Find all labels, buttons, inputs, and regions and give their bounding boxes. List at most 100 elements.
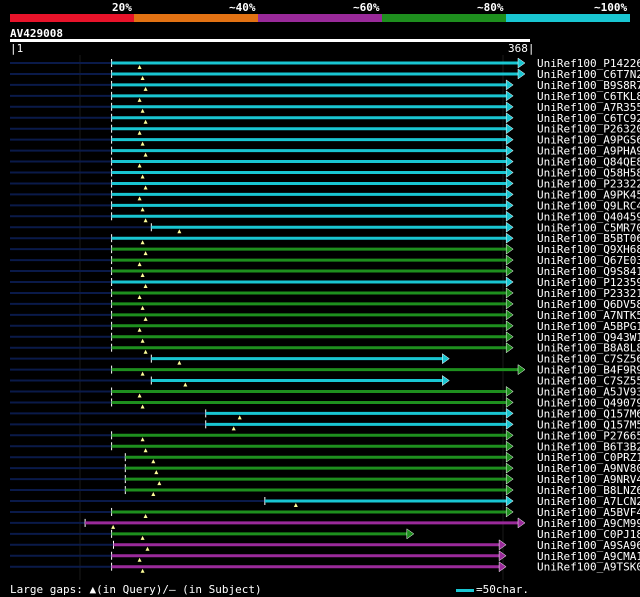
- hit-arrow: [505, 429, 514, 441]
- hit-arrow: [517, 57, 526, 69]
- hit-arrow: [505, 123, 514, 135]
- query-gap-marker: [143, 251, 148, 256]
- query-gap-marker: [151, 492, 156, 497]
- hit-arrow: [517, 68, 526, 80]
- query-gap-marker: [143, 284, 148, 288]
- hit-arrow: [505, 134, 514, 146]
- hit-arrow: [505, 265, 514, 277]
- hit-arrow: [442, 353, 450, 365]
- scale-swatch: [456, 588, 474, 592]
- hit-arrow: [505, 112, 514, 124]
- legend-segment-40: [134, 14, 258, 22]
- query-gap-marker: [143, 448, 148, 453]
- query-gap-marker: [140, 75, 145, 80]
- hit-arrow: [505, 79, 514, 91]
- query-gap-marker: [137, 65, 142, 69]
- query-gap-marker: [151, 459, 156, 464]
- hit-arrow: [505, 451, 514, 463]
- query-gap-marker: [140, 305, 145, 310]
- query-start-tick: |1: [10, 42, 24, 55]
- hit-arrow: [505, 506, 514, 518]
- query-gap-marker: [137, 97, 142, 102]
- legend-segment-20: [10, 14, 134, 22]
- query-bar: [10, 39, 530, 42]
- hit-arrow: [505, 495, 514, 507]
- query-gap-marker: [140, 207, 145, 212]
- legend-label-20: 20%: [112, 1, 132, 14]
- hit-arrow: [505, 386, 514, 397]
- query-gap-marker: [143, 349, 148, 354]
- hit-arrow: [505, 287, 514, 299]
- query-gap-marker: [140, 437, 145, 442]
- hit-arrow: [505, 440, 514, 452]
- query-gap-marker: [177, 229, 182, 234]
- hit-arrow: [505, 342, 514, 354]
- query-gap-marker: [137, 327, 142, 332]
- hit-arrow: [505, 243, 514, 255]
- hit-row[interactable]: UniRef100_A9TSK0: [10, 561, 640, 574]
- hit-arrow: [505, 320, 514, 332]
- query-gap-marker: [293, 503, 298, 507]
- legend-segment-100: [506, 14, 630, 22]
- query-gap-marker: [140, 108, 145, 113]
- query-end-tick: 368|: [508, 42, 535, 55]
- query-gap-marker: [143, 218, 148, 223]
- hit-label[interactable]: UniRef100_A9TSK0: [537, 561, 640, 574]
- legend-segment-60: [258, 14, 382, 22]
- scale-legend: =50char.: [456, 583, 529, 596]
- hit-arrow: [505, 221, 514, 233]
- hit-arrow: [505, 90, 514, 102]
- hit-arrow: [505, 188, 514, 200]
- query-gap-marker: [143, 86, 148, 91]
- scale-label: =50char.: [476, 583, 529, 596]
- hit-arrow: [505, 418, 514, 430]
- query-gap-marker: [143, 513, 148, 518]
- hit-arrow: [505, 210, 514, 222]
- hit-arrow: [517, 364, 526, 376]
- query-gap-marker: [143, 316, 148, 321]
- legend-label-100: ~100%: [594, 1, 628, 14]
- query-gap-marker: [157, 481, 162, 486]
- hit-arrow: [505, 407, 514, 419]
- query-gap-marker: [140, 338, 145, 343]
- query-gap-marker: [111, 524, 116, 529]
- hit-alignment-map: UniRef100_P14226UniRef100_C6T7N2UniRef10…: [10, 55, 640, 580]
- hit-arrow: [505, 276, 514, 288]
- hit-arrow: [505, 396, 514, 408]
- query-gap-marker: [140, 174, 145, 179]
- query-gap-marker: [143, 185, 148, 190]
- hit-arrow: [505, 167, 514, 178]
- hit-arrow: [505, 484, 514, 496]
- hit-arrow: [442, 375, 450, 387]
- hit-arrow: [505, 462, 514, 474]
- query-gap-marker: [143, 119, 148, 124]
- hit-arrow: [505, 145, 514, 157]
- legend-label-80: ~80%: [477, 1, 504, 14]
- hit-arrow: [505, 254, 514, 266]
- query-gap-marker: [140, 371, 145, 376]
- legend-label-40: ~40%: [229, 1, 256, 14]
- hit-arrow: [505, 156, 514, 168]
- hit-arrow: [505, 331, 514, 343]
- query-gap-marker: [140, 568, 145, 573]
- query-gap-marker: [137, 163, 142, 168]
- query-gap-marker: [143, 152, 148, 157]
- query-end-label: 368: [508, 42, 528, 55]
- query-gap-marker: [137, 557, 142, 562]
- hit-arrow: [505, 177, 514, 189]
- identity-legend-bar: [10, 14, 630, 22]
- query-gap-marker: [183, 382, 188, 387]
- query-gap-marker: [140, 535, 145, 540]
- query-gap-marker: [137, 262, 142, 267]
- query-gap-marker: [137, 294, 142, 299]
- hit-arrow: [505, 298, 514, 310]
- query-gap-marker: [137, 393, 142, 398]
- query-gap-marker: [137, 130, 142, 135]
- hit-arrow: [406, 528, 415, 540]
- large-gaps-legend: Large gaps: ▲(in Query)/– (in Subject): [10, 583, 262, 596]
- hit-arrow: [505, 473, 514, 485]
- hit-arrow: [517, 517, 526, 529]
- query-gap-marker: [231, 426, 236, 431]
- query-gap-marker: [140, 404, 145, 409]
- query-gap-marker: [140, 240, 145, 245]
